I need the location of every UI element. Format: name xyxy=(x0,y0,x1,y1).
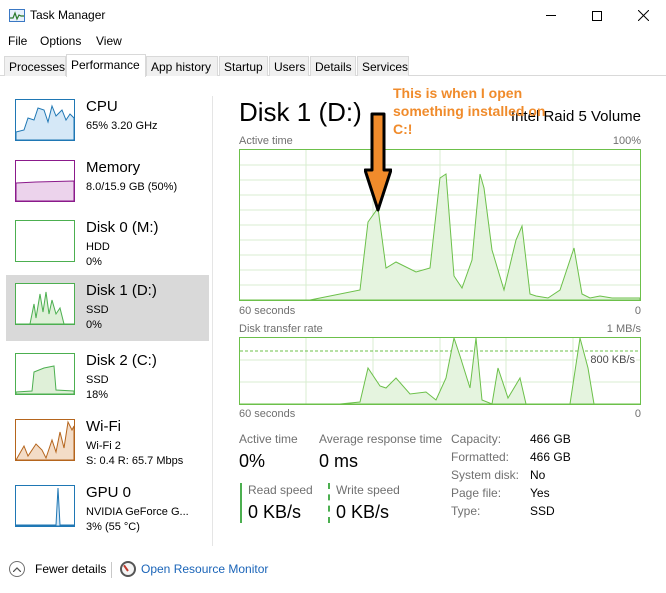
tab-performance[interactable]: Performance xyxy=(66,54,146,77)
resource-wifi[interactable]: Wi-Fi Wi-Fi 2 S: 0.4 R: 65.7 Mbps xyxy=(6,411,209,477)
resource-throughput: S: 0.4 R: 65.7 Mbps xyxy=(86,455,184,467)
disk1-thumbnail xyxy=(15,283,75,325)
active-time-graph-xright: 0 xyxy=(634,305,641,317)
tab-details[interactable]: Details xyxy=(310,56,356,76)
resource-monitor-icon xyxy=(120,561,136,577)
transfer-rate-graph: 800 KB/s xyxy=(239,336,641,405)
resource-name: Disk 1 (D:) xyxy=(86,282,157,299)
resource-memory[interactable]: Memory 8.0/15.9 GB (50%) xyxy=(6,152,209,218)
resource-name: Disk 0 (M:) xyxy=(86,219,159,236)
resource-disk2[interactable]: Disk 2 (C:) SSD 18% xyxy=(6,345,209,411)
gpu-thumbnail xyxy=(15,485,75,527)
transfer-rate-graph-max: 1 MB/s xyxy=(606,323,641,335)
resource-type: HDD xyxy=(86,241,110,253)
active-time-graph-max: 100% xyxy=(612,135,641,147)
transfer-rate-graph-label: Disk transfer rate xyxy=(239,323,323,335)
resource-name: GPU 0 xyxy=(86,484,132,501)
transfer-rate-graph-xleft: 60 seconds xyxy=(239,408,296,420)
resource-type: SSD xyxy=(86,374,109,386)
type-label: Type: xyxy=(451,504,481,518)
read-speed-value: 0 KB/s xyxy=(248,502,302,522)
menu-bar: File Options View xyxy=(0,31,666,51)
page-file-label: Page file: xyxy=(451,486,502,500)
system-disk-value: No xyxy=(530,468,546,482)
read-speed-label: Read speed xyxy=(248,483,313,497)
resource-name: Disk 2 (C:) xyxy=(86,352,157,369)
menu-file[interactable]: File xyxy=(8,34,27,48)
window-title: Task Manager xyxy=(30,8,106,22)
write-speed-value: 0 KB/s xyxy=(336,502,390,522)
bottom-bar: Fewer details Open Resource Monitor xyxy=(0,551,666,593)
resource-disk0[interactable]: Disk 0 (M:) HDD 0% xyxy=(6,212,209,278)
wifi-thumbnail xyxy=(15,419,75,461)
page-file-value: Yes xyxy=(530,486,550,500)
annotation-arrow-icon xyxy=(364,112,392,212)
active-time-label: Active time xyxy=(239,432,298,446)
open-resource-monitor-link[interactable]: Open Resource Monitor xyxy=(120,561,268,577)
system-disk-label: System disk: xyxy=(451,468,520,482)
tab-processes[interactable]: Processes xyxy=(4,56,66,76)
active-time-graph-xleft: 60 seconds xyxy=(239,305,296,317)
tab-services[interactable]: Services xyxy=(357,56,409,76)
disk-title: Disk 1 (D:) xyxy=(239,97,362,127)
maximize-button[interactable] xyxy=(574,0,620,31)
resource-name: Wi-Fi xyxy=(86,418,121,435)
resource-name: CPU xyxy=(86,98,118,115)
resource-type: SSD xyxy=(86,304,109,316)
resource-cpu[interactable]: CPU 65% 3.20 GHz xyxy=(6,91,209,157)
resource-gpu[interactable]: GPU 0 NVIDIA GeForce G... 3% (55 °C) xyxy=(6,477,209,543)
title-bar: Task Manager xyxy=(0,0,666,31)
resource-list: CPU 65% 3.20 GHz Memory 8.0/15.9 GB (50%… xyxy=(0,77,212,547)
cpu-thumbnail xyxy=(15,99,75,141)
minimize-icon xyxy=(546,15,556,16)
open-resource-monitor-label: Open Resource Monitor xyxy=(141,562,269,576)
resource-usage: 0% xyxy=(86,256,102,268)
resource-usage: 3% (55 °C) xyxy=(86,521,140,533)
menu-options[interactable]: Options xyxy=(40,34,81,48)
fewer-details-button[interactable]: Fewer details xyxy=(9,561,106,577)
active-time-graph-label: Active time xyxy=(239,135,293,147)
capacity-value: 466 GB xyxy=(530,432,571,446)
active-time-graph xyxy=(239,149,641,301)
close-icon xyxy=(637,10,649,21)
resource-model: NVIDIA GeForce G... xyxy=(86,506,189,518)
active-time-value: 0% xyxy=(239,451,266,471)
tab-startup[interactable]: Startup xyxy=(219,56,268,76)
maximize-icon xyxy=(592,10,602,21)
resource-detail: 65% 3.20 GHz xyxy=(86,120,158,132)
close-button[interactable] xyxy=(620,0,666,31)
capacity-label: Capacity: xyxy=(451,432,502,446)
resource-name: Memory xyxy=(86,159,141,176)
disk0-thumbnail xyxy=(15,220,75,262)
collapse-chevron-icon xyxy=(9,561,25,577)
menu-view[interactable]: View xyxy=(96,34,122,48)
memory-thumbnail xyxy=(15,160,75,202)
fewer-details-label: Fewer details xyxy=(35,562,107,576)
bottom-separator xyxy=(111,562,112,578)
transfer-rate-graph-midlabel: 800 KB/s xyxy=(589,354,636,366)
annotation-note: This is when I open something installed … xyxy=(393,85,546,137)
avg-response-value: 0 ms xyxy=(319,451,359,471)
minimize-button[interactable] xyxy=(528,0,574,31)
pane-divider xyxy=(212,96,213,546)
resource-usage: 18% xyxy=(86,389,109,401)
formatted-label: Formatted: xyxy=(451,450,510,464)
formatted-value: 466 GB xyxy=(530,450,571,464)
read-speed-indicator xyxy=(240,483,242,523)
avg-response-label: Average response time xyxy=(319,432,443,446)
write-speed-label: Write speed xyxy=(336,483,400,497)
tab-users[interactable]: Users xyxy=(269,56,309,76)
disk2-thumbnail xyxy=(15,353,75,395)
resource-adapter: Wi-Fi 2 xyxy=(86,440,121,452)
tab-app-history[interactable]: App history xyxy=(146,56,218,76)
resource-usage: 0% xyxy=(86,319,102,331)
resource-disk1[interactable]: Disk 1 (D:) SSD 0% xyxy=(6,275,209,341)
task-manager-icon xyxy=(9,9,25,22)
write-speed-indicator xyxy=(328,483,330,523)
transfer-rate-graph-xright: 0 xyxy=(634,408,641,420)
tab-strip: Processes Performance App history Startu… xyxy=(0,54,666,77)
resource-detail: 8.0/15.9 GB (50%) xyxy=(86,181,178,193)
type-value: SSD xyxy=(530,504,555,518)
